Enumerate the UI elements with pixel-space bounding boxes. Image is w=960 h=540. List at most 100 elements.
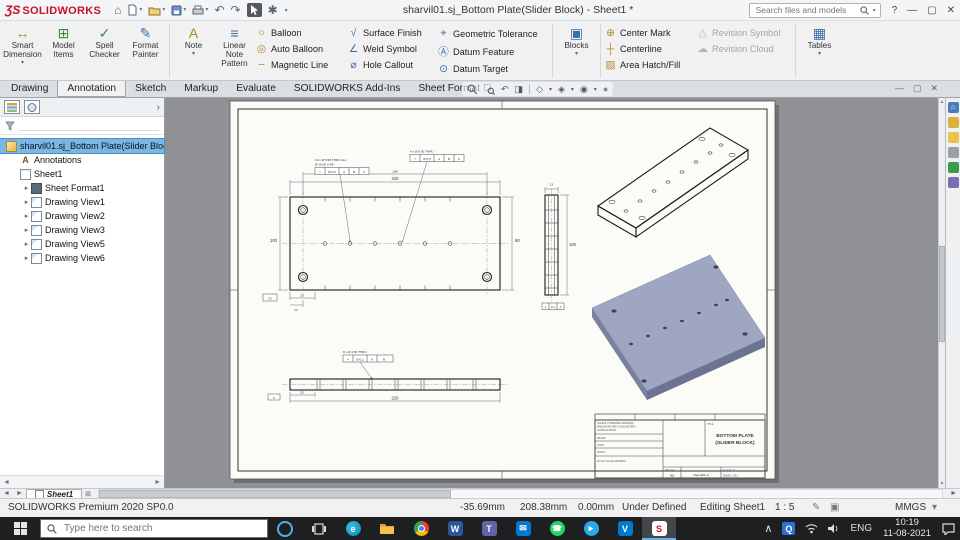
dim-small[interactable]: 13 [294,308,298,312]
taskbar-chrome[interactable] [404,517,438,540]
centerline-button[interactable]: ┼ Centerline [604,43,696,55]
tree-item-drawing-view6[interactable]: ▸ Drawing View6 [0,251,164,265]
panel-scrollbar[interactable]: ◄ ► [0,475,164,488]
tab-drawing[interactable]: Drawing [2,81,57,97]
graphics-horizontal-scrollbar[interactable] [97,488,944,499]
magnetic-line-button[interactable]: ╌ Magnetic Line [255,59,347,71]
taskbar-vscode[interactable]: V [608,517,642,540]
taskbar-mail[interactable]: ✉ [506,517,540,540]
maximize-button[interactable]: ▢ [927,5,936,16]
status-caret-icon[interactable]: ▾ [932,502,937,513]
network-icon[interactable] [800,517,823,540]
geometric-tolerance-button[interactable]: ⌖ Geometric Tolerance [437,27,549,40]
task-view-button[interactable] [302,517,336,540]
action-center-icon[interactable] [937,517,960,540]
units-indicator[interactable]: MMGS [895,502,926,513]
save-icon[interactable]: ▾ [171,4,186,16]
format-painter-button[interactable]: ✎ Format Painter [125,22,166,59]
taskbar-clock[interactable]: 10:19 11-08-2021 [877,517,937,539]
hide-show-items-icon[interactable]: ◉ [580,84,588,95]
blocks-button[interactable]: ▣ Blocks ▾ [556,22,597,57]
tree-item-drawing-view2[interactable]: ▸ Drawing View2 [0,209,164,223]
cortana-button[interactable] [268,517,302,540]
taskbar-file-explorer[interactable] [370,517,404,540]
zoom-fit-icon[interactable] [467,84,478,95]
previous-view-icon[interactable]: ↶ [501,84,509,95]
dim-pitch[interactable]: 25 [300,294,304,298]
sheet-nav-left-icon[interactable]: ◄ [0,490,13,497]
auto-balloon-button[interactable]: ◎ Auto Balloon [255,43,347,55]
redo-icon[interactable]: ↷ [231,4,241,16]
start-button[interactable] [0,517,40,540]
dim-basic-box2[interactable]: 6 [273,396,275,400]
tab-solidworks-add-ins[interactable]: SOLIDWORKS Add-Ins [285,81,409,97]
taskbar-telegram[interactable]: ▸ [574,517,608,540]
taskbar-teams[interactable]: T [472,517,506,540]
tree-item-sheet1[interactable]: Sheet1 [0,167,164,181]
taskpane-home-icon[interactable]: ⌂ [947,102,959,113]
dim-offset[interactable]: 25 [300,391,304,395]
close-button[interactable]: ✕ [947,5,955,16]
balloon-button[interactable]: ○ Balloon [255,27,347,39]
linear-note-pattern-button[interactable]: ≡ Linear Note Pattern [214,22,255,68]
sheet-nav-right-icon[interactable]: ► [13,490,26,497]
dim-length[interactable]: 220 [392,396,400,401]
dim-height2[interactable]: 80 [515,238,520,243]
display-style-icon[interactable]: ◈ [558,84,565,95]
scroll-right-icon[interactable]: ► [154,479,161,486]
options-gear-icon[interactable]: ✱ [268,4,278,16]
sheet-tab-sheet1[interactable]: Sheet1 [25,488,83,499]
dim-thickness[interactable]: 13 [550,183,554,187]
expand-arrow-icon[interactable]: ▸ [22,198,31,206]
expand-arrow-icon[interactable]: ▸ [22,226,31,234]
expand-arrow-icon[interactable]: ▸ [22,184,31,192]
side-view-gdt[interactable]: ⟂ 0.1 A [541,302,565,310]
home-icon[interactable]: ⌂ [114,4,121,16]
undo-icon[interactable]: ↶ [214,4,224,16]
smart-dimension-button[interactable]: ↔ Smart Dimension ▾ [2,22,43,66]
hscroll-right-icon[interactable]: ► [947,490,960,497]
select-tool-icon[interactable] [246,3,262,17]
tree-filter[interactable] [0,117,164,135]
graphics-area[interactable]: 220 184 100 80 25 13 25 10 x Ø 5.50 THRU… [165,98,938,488]
tray-show-hidden-icon[interactable]: ∧ [759,517,777,540]
search-dropdown-icon[interactable]: ▾ [873,7,876,14]
taskbar-edge[interactable]: e [336,517,370,540]
new-document-icon[interactable]: ▾ [127,4,142,16]
custom-properties-icon[interactable] [947,177,959,188]
datum-feature-button[interactable]: Ⓐ Datum Feature [437,44,549,59]
edit-pencil-icon[interactable]: ✎ [812,502,820,513]
expand-arrow-icon[interactable]: ▸ [22,254,31,262]
scroll-left-icon[interactable]: ◄ [3,479,10,486]
tab-evaluate[interactable]: Evaluate [227,81,285,97]
edit-appearance-icon[interactable]: ● [603,84,608,94]
section-view-icon[interactable]: ◨ [515,84,524,95]
volume-icon[interactable] [823,517,845,540]
dim-basic-box[interactable]: 25 [268,297,272,301]
help-icon[interactable]: ? [892,5,898,16]
graphics-vertical-scrollbar[interactable]: ▲ ▼ [938,98,945,488]
revision-cloud-button[interactable]: ☁ Revision Cloud [696,43,792,55]
open-folder-icon[interactable]: ▾ [148,4,165,16]
dim-width2[interactable]: 184 [392,170,397,174]
taskbar-search-box[interactable] [40,519,268,538]
hole-callout-button[interactable]: ⌀ Hole Callout [347,59,437,71]
view-palette-icon[interactable] [947,147,959,158]
revision-symbol-button[interactable]: △ Revision Symbol [696,27,792,39]
language-indicator[interactable]: ENG [845,517,877,540]
dim-width[interactable]: 220 [392,176,400,181]
search-box[interactable]: ▾ [748,2,881,18]
model-items-button[interactable]: ⊞ Model Items [43,22,84,59]
surface-finish-button[interactable]: √ Surface Finish [347,27,437,39]
panel-flyout-chevron-icon[interactable]: › [157,102,160,113]
print-icon[interactable]: ▾ [192,4,208,16]
horizontal-scroll-thumb[interactable] [98,489,451,498]
taskbar-whatsapp[interactable]: ☎ [540,517,574,540]
dim-side-height[interactable]: 100 [569,242,577,247]
tray-q-app-icon[interactable]: Q [777,517,800,540]
display-manager-tab-icon[interactable] [24,100,40,114]
feature-manager-tab-icon[interactable] [4,100,20,114]
spell-checker-button[interactable]: ✓ Spell Checker [84,22,125,59]
expand-arrow-icon[interactable]: ▸ [22,212,31,220]
minimize-button[interactable]: — [907,5,917,16]
